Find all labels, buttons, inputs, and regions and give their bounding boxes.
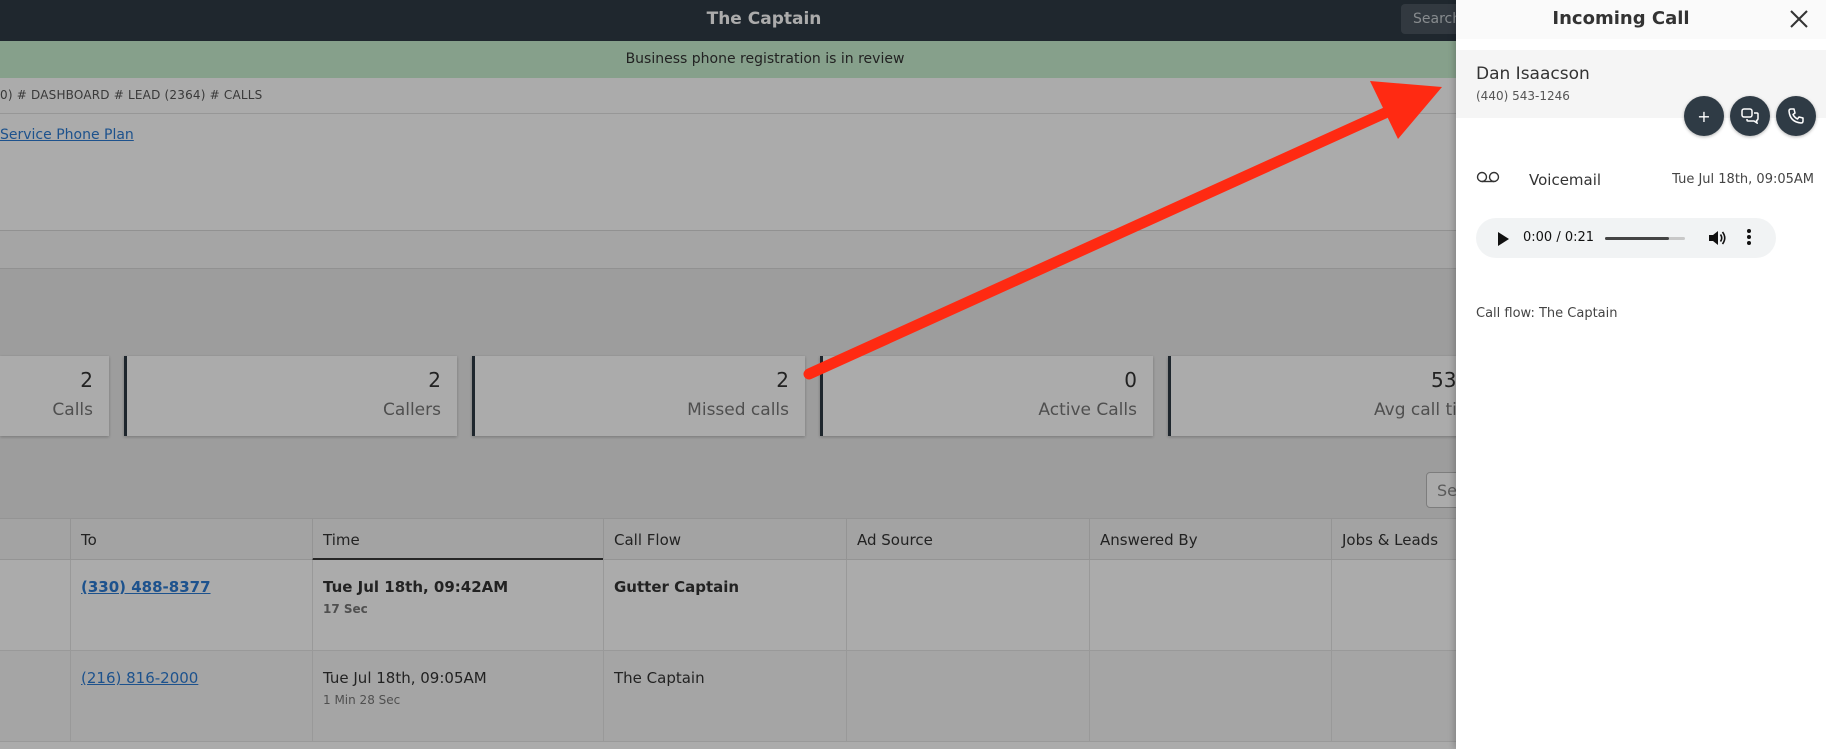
voicemail-icon xyxy=(1476,171,1500,183)
caller-phone: (440) 543-1246 xyxy=(1476,89,1570,103)
add-button[interactable]: + xyxy=(1684,96,1724,136)
call-flow-text: Call flow: The Captain xyxy=(1476,306,1618,321)
chat-icon xyxy=(1741,108,1759,124)
voicemail-date: Tue Jul 18th, 09:05AM xyxy=(1672,172,1814,187)
play-icon[interactable] xyxy=(1498,232,1509,246)
panel-header: Incoming Call xyxy=(1456,0,1826,39)
more-options-icon[interactable] xyxy=(1746,228,1752,248)
player-time: 0:00 / 0:21 xyxy=(1523,230,1595,245)
plus-icon: + xyxy=(1697,106,1711,126)
call-button[interactable] xyxy=(1776,96,1816,136)
phone-icon xyxy=(1788,108,1804,124)
voicemail-row: Voicemail Tue Jul 18th, 09:05AM xyxy=(1456,165,1826,195)
volume-icon[interactable] xyxy=(1708,230,1726,246)
player-progress-fill xyxy=(1605,237,1669,240)
message-button[interactable] xyxy=(1730,96,1770,136)
close-icon[interactable] xyxy=(1786,6,1812,32)
incoming-call-panel: Incoming Call Dan Isaacson (440) 543-124… xyxy=(1456,0,1826,749)
modal-backdrop[interactable] xyxy=(0,0,1456,749)
caller-name: Dan Isaacson xyxy=(1476,64,1590,84)
panel-title: Incoming Call xyxy=(1552,8,1690,29)
voicemail-label: Voicemail xyxy=(1529,171,1602,189)
audio-player: 0:00 / 0:21 xyxy=(1476,218,1776,258)
player-progress-bar[interactable] xyxy=(1605,237,1685,240)
caller-info: Dan Isaacson (440) 543-1246 xyxy=(1456,50,1826,118)
